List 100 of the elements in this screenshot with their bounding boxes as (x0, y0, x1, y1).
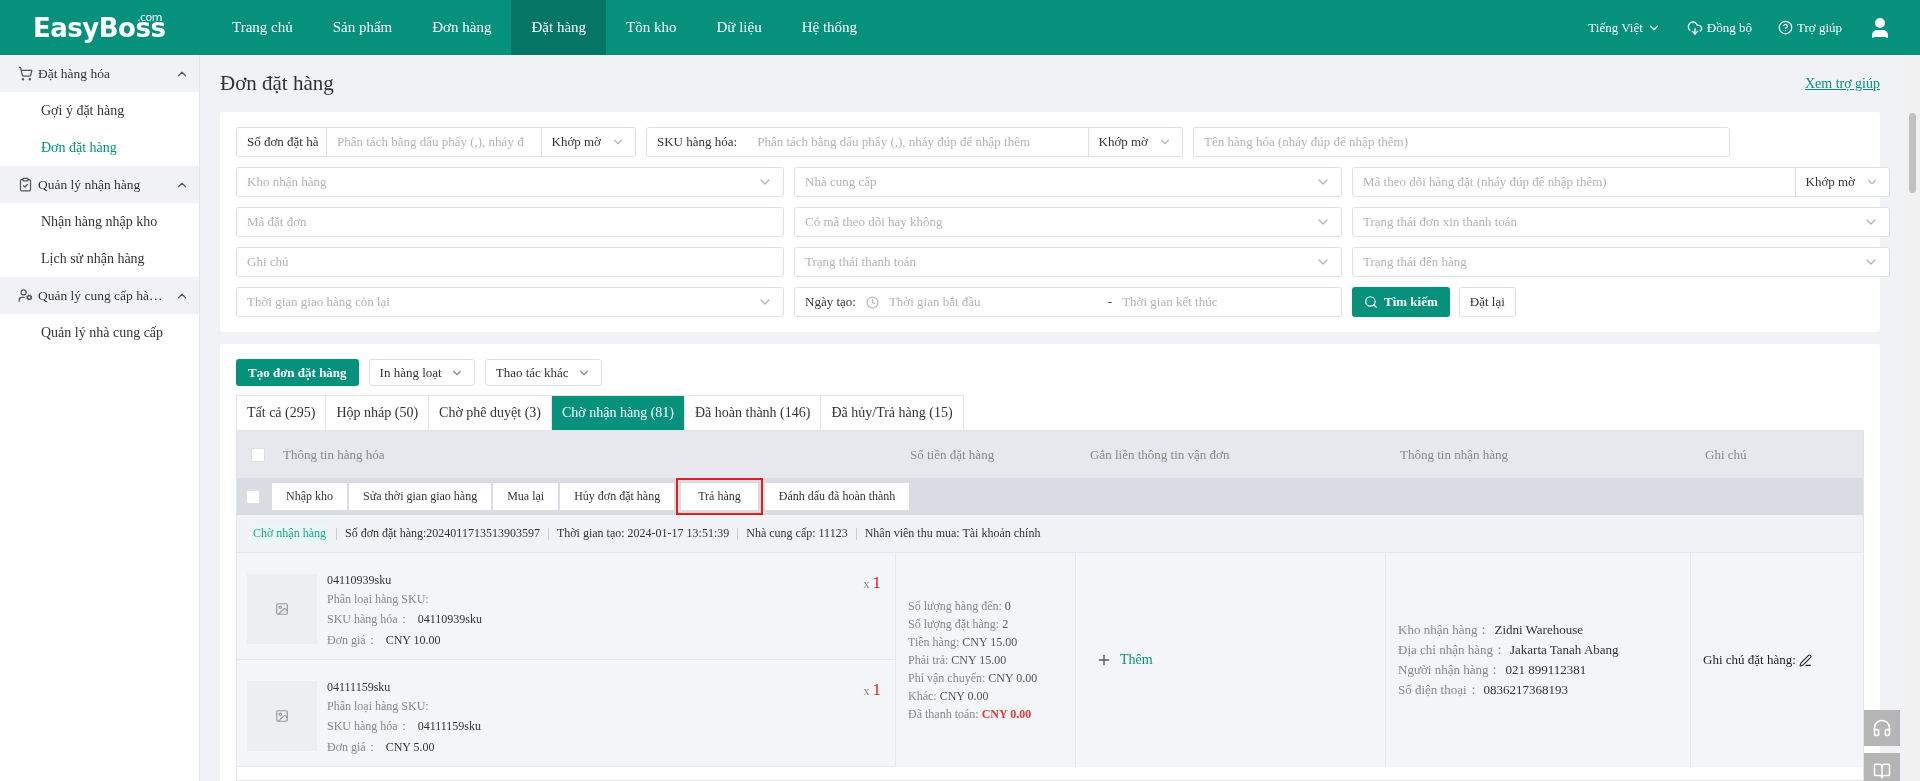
range-separator: - (1107, 294, 1113, 310)
nav-item[interactable]: Tồn kho (606, 0, 697, 55)
sidebar-group[interactable]: Đặt hàng hóa (0, 55, 199, 92)
match-mode-dropdown[interactable]: Khớp mờ (1087, 128, 1182, 156)
sync-button[interactable]: Đồng bộ (1686, 19, 1752, 36)
match-mode-dropdown[interactable]: Khớp mờ (1794, 168, 1889, 196)
nav-item[interactable]: Đơn hàng (412, 0, 512, 55)
date-range-field[interactable]: Ngày tạo: Thời gian bắt đầu - Thời gian kết thúc (794, 287, 1342, 317)
headset-icon (1872, 718, 1892, 738)
page-title: Đơn đặt hàng (220, 71, 334, 96)
bulk-action-button[interactable]: Mua lại (493, 483, 559, 510)
order-info-text: Nhà cung cấp: 11123 (746, 526, 848, 541)
bulk-action-button[interactable]: Trả hàng (676, 478, 763, 515)
status-tab[interactable]: Đã hủy/Trả hàng (15) (820, 395, 964, 430)
person-icon (18, 288, 33, 303)
field-label: SKU hàng hóa: (656, 134, 739, 150)
field-label: Số đơn đặt hà (237, 128, 327, 156)
start-date-field[interactable]: Thời gian bắt đầu (878, 288, 1108, 316)
receiving-line: Số điện thoại： 0836217368193 (1398, 681, 1570, 699)
item-name: 04111159sku (327, 680, 392, 695)
help-button[interactable]: Trợ giúp (1777, 19, 1842, 36)
bulk-action-button[interactable]: Hủy đơn đặt hàng (560, 483, 675, 510)
bulk-action-button[interactable]: Đánh dấu đã hoàn thành (764, 483, 910, 510)
match-mode-dropdown[interactable]: Khớp mờ (540, 128, 635, 156)
item-variant: Phân loại hàng SKU: (327, 592, 430, 607)
help-icon (1777, 20, 1793, 35)
column-header: Thông tin hàng hóa (283, 446, 385, 463)
help-link[interactable]: Xem trợ giúp (1804, 75, 1880, 92)
amount-line: Phí vận chuyển: CNY 0.00 (908, 670, 1039, 687)
input-field[interactable]: Phân tách bằng dấu phẩy (,), nháy đ (327, 128, 541, 156)
nav-item[interactable]: Sản phẩm (312, 0, 413, 55)
amount-line: Đã thanh toán: CNY 0.00 (908, 706, 1033, 723)
item-quantity: x 1 (863, 680, 881, 701)
column-header: Số tiền đặt hàng (910, 446, 995, 463)
sidebar-item[interactable]: Đơn đặt hàng (0, 129, 199, 166)
end-date-field[interactable]: Thời gian kết thúc (1112, 288, 1341, 316)
amount-line: Phải trả: CNY 15.00 (908, 652, 1008, 669)
filter-field[interactable]: Số đơn đặt hà Phân tách bằng dấu phẩy (,), nháy đ Khớp mờ (236, 127, 636, 157)
sidebar-group[interactable]: Quản lý nhận hàng (0, 166, 199, 203)
input-field[interactable]: Phân tách bằng dấu phẩy (,), nháy đúp để nhập thêm (747, 128, 1088, 156)
amount-line: Khác: CNY 0.00 (908, 688, 990, 705)
sidebar-item[interactable]: Lịch sử nhận hàng (0, 240, 199, 277)
receiving-line: Địa chỉ nhận hàng： Jakarta Tanah Abang (1398, 641, 1620, 659)
amount-line: Số lượng đặt hàng: 2 (908, 616, 1010, 633)
column-header: Ghi chú (1705, 446, 1747, 463)
support-button[interactable] (1864, 710, 1900, 746)
add-logistics-button[interactable]: Thêm (1088, 652, 1373, 668)
clock-icon (865, 295, 879, 309)
receiving-line: Kho nhận hàng： Zidni Warehouse (1398, 621, 1585, 639)
nav-item[interactable]: Dữ liệu (696, 0, 782, 55)
logo: EasyBoss .com (32, 10, 167, 45)
item-variant: Phân loại hàng SKU: (327, 699, 430, 714)
checkbox[interactable] (246, 489, 260, 504)
item-sku: SKU hàng hóa： 04110939sku (327, 611, 483, 628)
amount-line: Số lượng hàng đến: 0 (908, 598, 1012, 615)
receiving-line: Người nhận hàng： 021 899112381 (1398, 661, 1588, 679)
book-icon (1873, 762, 1891, 780)
search-icon (1364, 295, 1378, 309)
sidebar-item[interactable]: Gợi ý đặt hàng (0, 92, 199, 129)
image-icon (275, 709, 289, 723)
scrollbar[interactable] (1905, 55, 1920, 781)
order-status: Chờ nhận hàng (251, 524, 328, 543)
column-header: Gắn liền thông tin vận đơn (1090, 446, 1230, 463)
nav-item[interactable]: Đặt hàng (511, 0, 607, 55)
column-header: Thông tin nhận hàng (1400, 446, 1508, 463)
reset-button[interactable]: Đặt lại (1458, 287, 1516, 317)
nav-item[interactable]: Trang chủ (212, 0, 313, 55)
item-sku: SKU hàng hóa： 04111159sku (327, 718, 482, 735)
nav-item[interactable]: Hệ thống (781, 0, 878, 55)
status-tab[interactable]: Tất cả (295) (236, 395, 327, 430)
item-price: Đơn giá： CNY 10.00 (327, 632, 442, 649)
status-tab[interactable]: Chờ nhận hàng (81) (550, 395, 685, 430)
input-field[interactable]: Tên hàng hóa (nháy đúp để nhập thêm) (1193, 127, 1730, 157)
search-button[interactable]: Tìm kiếm (1352, 287, 1450, 317)
cart-icon (18, 66, 33, 81)
sidebar-group[interactable]: Quản lý cung cấp hà… (0, 277, 199, 314)
input-field[interactable]: Mã theo dõi hàng đặt (nháy đúp để nhập thêm) (1353, 168, 1795, 196)
cloud-icon (1686, 19, 1703, 36)
sidebar-item[interactable]: Nhận hàng nhập kho (0, 203, 199, 240)
note-label: Ghi chú đặt hàng: (1703, 652, 1796, 668)
bulk-action-button[interactable]: Sửa thời gian giao hàng (349, 483, 492, 510)
filter-field[interactable]: SKU hàng hóa: Phân tách bằng dấu phẩy (,), nháy đúp để nhập thêm Khớp mờ (646, 127, 1183, 157)
guide-button[interactable] (1864, 753, 1900, 781)
input-field[interactable]: Ghi chú (236, 247, 784, 277)
create-order-button[interactable]: Tạo đơn đặt hàng (236, 359, 359, 386)
order-info-text: Số đơn đặt hàng:2024011713513903597 (345, 526, 540, 541)
language-selector[interactable]: Tiếng Việt (1588, 19, 1661, 36)
plus-icon (1096, 652, 1112, 668)
item-price: Đơn giá： CNY 5.00 (327, 739, 436, 756)
sidebar-item[interactable]: Quản lý nhà cung cấp (0, 314, 199, 351)
filter-field[interactable]: Mã theo dõi hàng đặt (nháy đúp để nhập thêm) Khớp mờ (1352, 167, 1890, 197)
batch-print-dropdown[interactable]: In hàng loạt (368, 359, 475, 386)
bulk-action-button[interactable]: Nhập kho (272, 483, 347, 510)
input-field[interactable]: Mã đặt đơn (236, 207, 784, 237)
item-quantity: x 1 (863, 573, 881, 594)
field-label: Ngày tạo: (804, 294, 857, 310)
checkbox[interactable] (251, 447, 265, 462)
edit-icon[interactable] (1798, 653, 1812, 667)
clipboard-icon (18, 177, 33, 192)
more-actions-dropdown[interactable]: Thao tác khác (484, 359, 602, 386)
